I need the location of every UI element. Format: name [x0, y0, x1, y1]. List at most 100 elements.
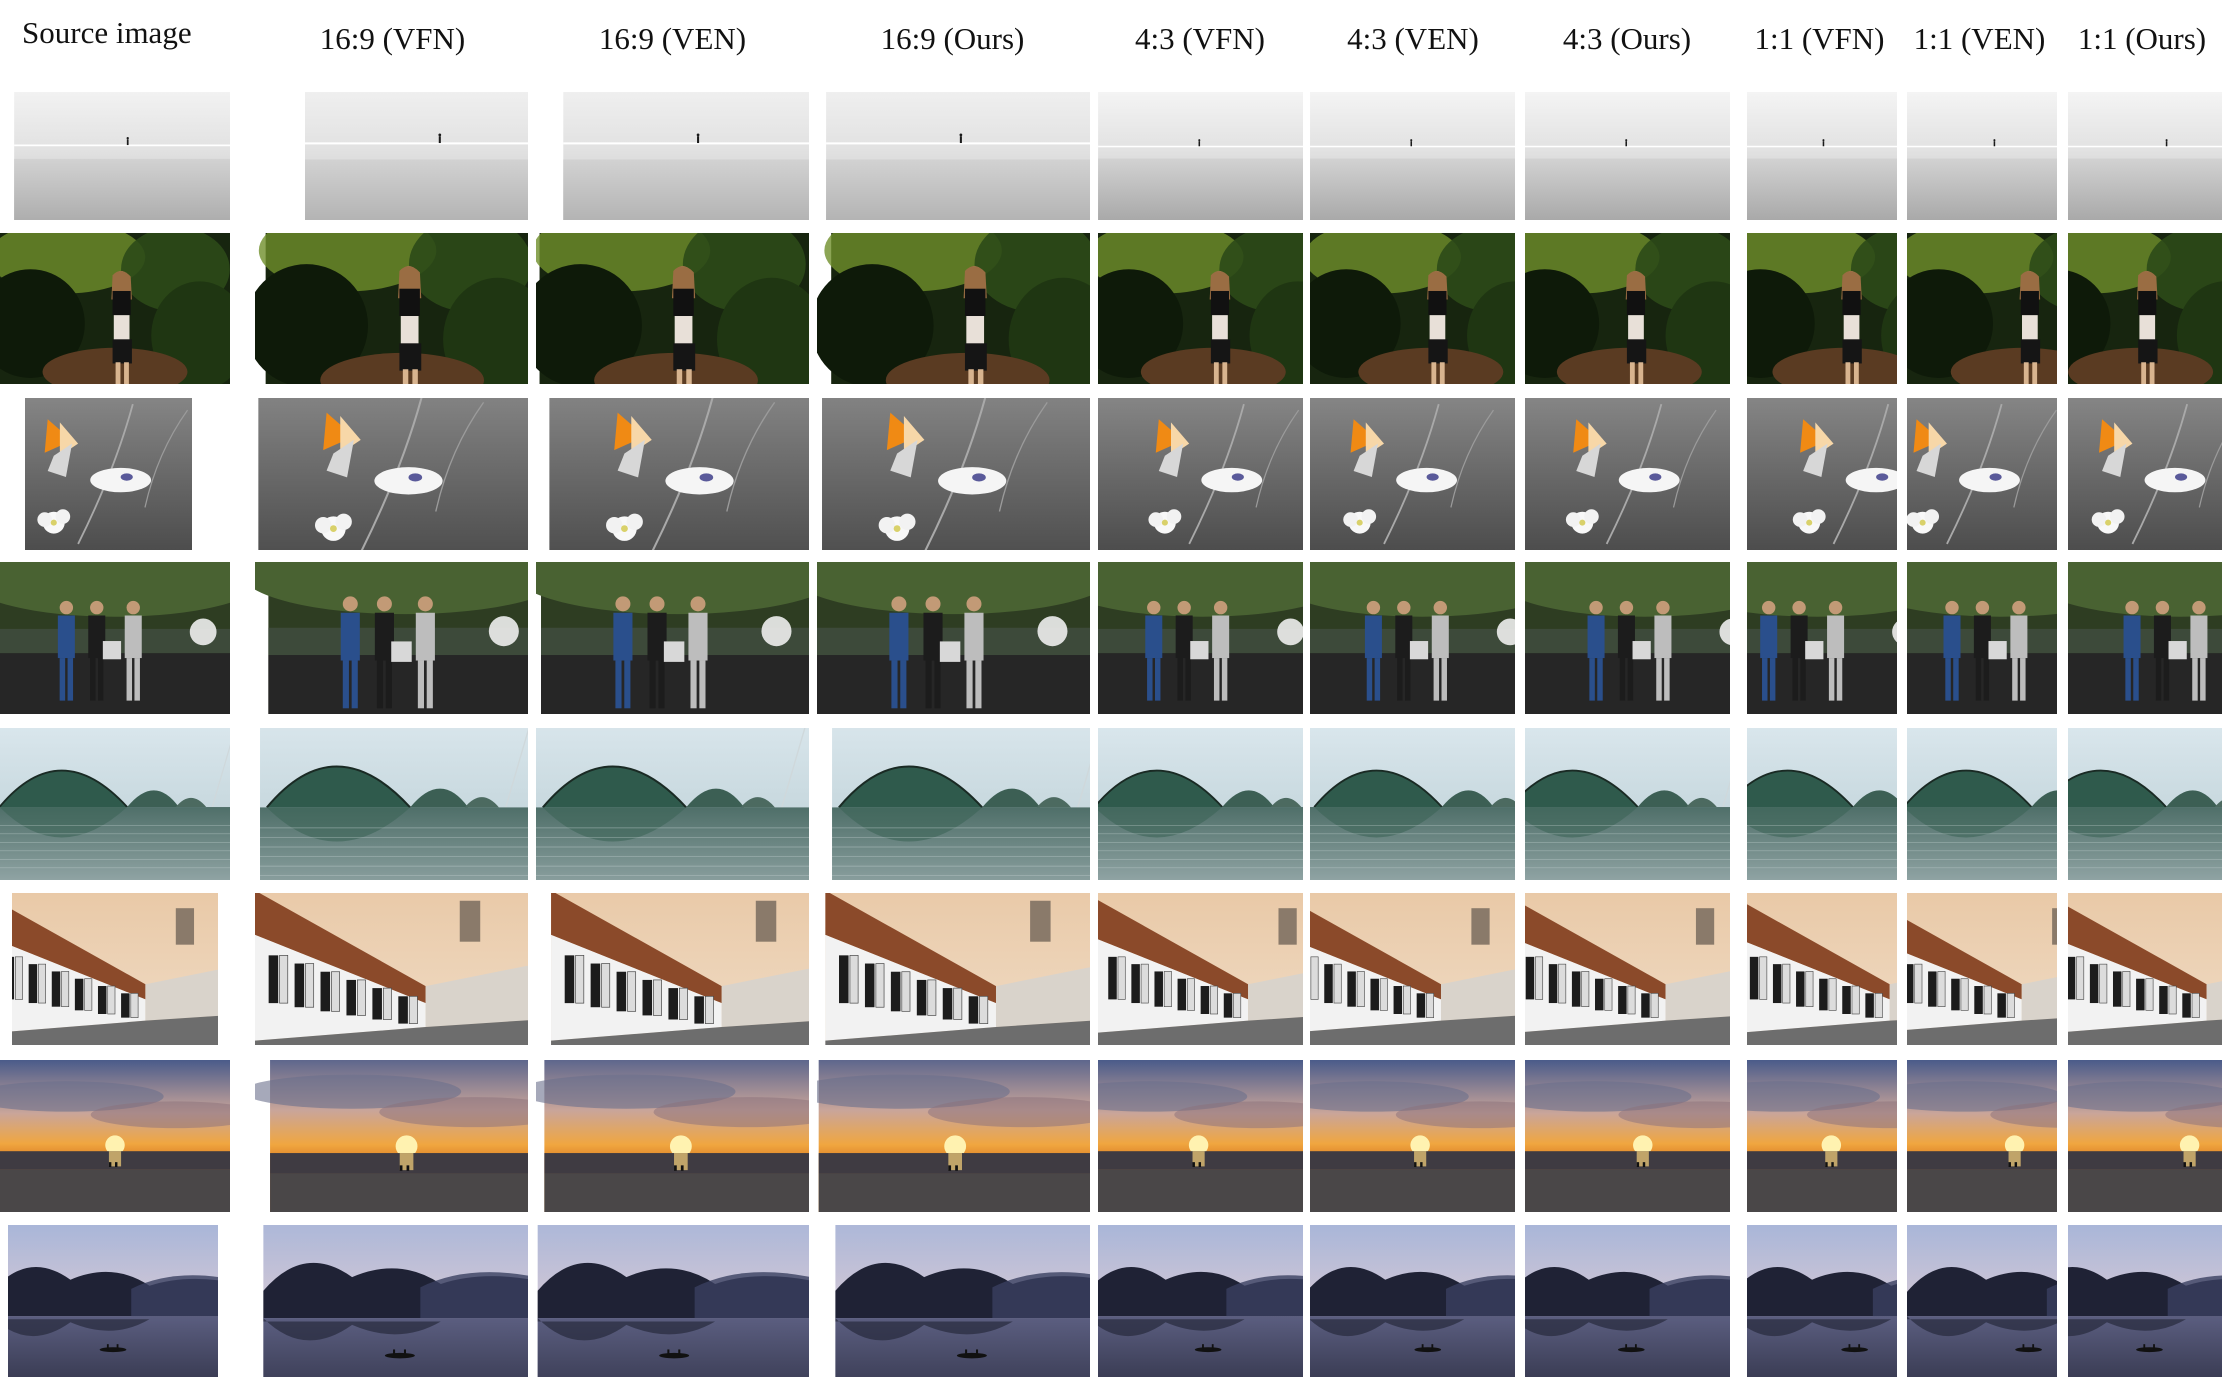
- crop-4-3-ven-r3: [1310, 398, 1515, 550]
- header-1-1-ven: 1:1 (VEN): [1913, 21, 2046, 56]
- crop-16-9-vfn-r2-picture: [255, 233, 528, 384]
- crop-16-9-ours-r6-picture: [825, 893, 1090, 1045]
- crop-4-3-vfn-r8: [1098, 1225, 1303, 1377]
- crop-16-9-ven-r5: [536, 728, 809, 880]
- crop-1-1-ours-r3: [2068, 398, 2222, 550]
- crop-16-9-ours-r8: [817, 1225, 1090, 1377]
- crop-1-1-vfn-r4: [1747, 562, 1897, 714]
- crop-1-1-vfn-r1: [1747, 92, 1897, 220]
- crop-16-9-ven-r7-picture: [536, 1060, 809, 1212]
- crop-16-9-vfn-r1: [255, 92, 528, 220]
- crop-4-3-vfn-r4: [1098, 562, 1303, 714]
- header-4-3-ours: 4:3 (Ours): [1562, 21, 1692, 56]
- crop-1-1-ven-r6: [1907, 893, 2057, 1045]
- crop-4-3-ven-r1: [1310, 92, 1515, 220]
- source-image-r7-picture: [0, 1060, 230, 1212]
- header-16-9-ven: 16:9 (VEN): [598, 21, 747, 56]
- crop-4-3-vfn-r1-picture: [1098, 92, 1303, 220]
- header-1-1-ours: 1:1 (Ours): [2077, 21, 2207, 56]
- crop-1-1-vfn-r8-picture: [1747, 1225, 1897, 1377]
- crop-16-9-ours-r4: [817, 562, 1090, 714]
- crop-4-3-ours-r8-picture: [1525, 1225, 1730, 1377]
- crop-4-3-ven-r5: [1310, 728, 1515, 880]
- source-image-r8-picture: [8, 1225, 218, 1377]
- crop-1-1-ven-r1-picture: [1907, 92, 2057, 220]
- crop-16-9-ven-r5-picture: [536, 728, 809, 880]
- crop-16-9-vfn-r4-picture: [255, 562, 528, 714]
- crop-16-9-ours-r8-picture: [835, 1225, 1090, 1377]
- crop-16-9-ours-r1-picture: [826, 92, 1090, 220]
- crop-4-3-ours-r6: [1525, 893, 1730, 1045]
- crop-4-3-vfn-r7-picture: [1098, 1060, 1303, 1212]
- source-image-r5: [0, 728, 230, 880]
- crop-4-3-ours-r1: [1525, 92, 1730, 220]
- crop-16-9-ven-r8-picture: [537, 1225, 809, 1377]
- crop-comparison-grid: Source image 16:9 (VFN) 16:9 (VEN) 16:9 …: [0, 0, 2226, 1378]
- crop-4-3-ven-r2: [1310, 233, 1515, 384]
- crop-4-3-ven-r8: [1310, 1225, 1515, 1377]
- crop-4-3-ven-r6: [1310, 893, 1515, 1045]
- crop-1-1-ven-r5: [1907, 728, 2057, 880]
- crop-1-1-ours-r4: [2068, 562, 2222, 714]
- crop-16-9-vfn-r3-picture: [258, 398, 528, 550]
- crop-1-1-vfn-r7: [1747, 1060, 1897, 1212]
- crop-1-1-vfn-r6: [1747, 893, 1897, 1045]
- crop-16-9-ven-r8: [536, 1225, 809, 1377]
- crop-1-1-vfn-r2: [1747, 233, 1897, 384]
- crop-1-1-ours-r7: [2068, 1060, 2222, 1212]
- header-source-image: Source image: [22, 15, 192, 50]
- source-image-r6-picture: [12, 893, 218, 1045]
- crop-1-1-ours-r2-picture: [2068, 233, 2222, 384]
- source-image-r8: [8, 1225, 218, 1377]
- crop-4-3-vfn-r2-picture: [1098, 233, 1303, 384]
- crop-16-9-ven-r6-picture: [551, 893, 809, 1045]
- crop-4-3-ven-r8-picture: [1310, 1225, 1515, 1377]
- crop-16-9-ours-r3-picture: [822, 398, 1090, 550]
- crop-16-9-vfn-r8-picture: [263, 1225, 528, 1377]
- crop-16-9-ven-r7: [536, 1060, 809, 1212]
- crop-16-9-ven-r3-picture: [549, 398, 809, 550]
- crop-1-1-ven-r4: [1907, 562, 2057, 714]
- crop-1-1-ven-r8-picture: [1907, 1225, 2057, 1377]
- crop-1-1-ven-r7: [1907, 1060, 2057, 1212]
- source-image-r3-picture: [25, 398, 192, 550]
- source-image-r2-picture: [0, 233, 230, 384]
- crop-4-3-ours-r5-picture: [1525, 728, 1730, 880]
- crop-1-1-ours-r1-picture: [2068, 92, 2222, 220]
- crop-1-1-ours-r2: [2068, 233, 2222, 384]
- header-1-1-vfn: 1:1 (VFN): [1754, 21, 1885, 56]
- crop-4-3-vfn-r1: [1098, 92, 1303, 220]
- crop-16-9-ven-r4-picture: [536, 562, 809, 714]
- crop-16-9-vfn-r6: [255, 893, 528, 1045]
- crop-1-1-vfn-r7-picture: [1747, 1060, 1897, 1212]
- crop-16-9-ven-r1-picture: [563, 92, 809, 220]
- source-image-r1-picture: [14, 92, 230, 220]
- source-image-r7: [0, 1060, 230, 1212]
- crop-1-1-vfn-r5-picture: [1747, 728, 1897, 880]
- crop-1-1-ours-r3-picture: [2068, 398, 2222, 550]
- source-image-r1: [0, 92, 230, 220]
- crop-4-3-vfn-r6: [1098, 893, 1303, 1045]
- crop-16-9-ours-r4-picture: [817, 562, 1090, 714]
- crop-1-1-ven-r3-picture: [1907, 398, 2057, 550]
- crop-1-1-ven-r3: [1907, 398, 2057, 550]
- crop-1-1-ven-r8: [1907, 1225, 2057, 1377]
- crop-4-3-ven-r5-picture: [1310, 728, 1515, 880]
- crop-4-3-vfn-r5: [1098, 728, 1303, 880]
- crop-4-3-ours-r3: [1525, 398, 1730, 550]
- crop-1-1-vfn-r1-picture: [1747, 92, 1897, 220]
- header-4-3-vfn: 4:3 (VFN): [1134, 21, 1266, 56]
- crop-1-1-ours-r8-picture: [2068, 1225, 2222, 1377]
- crop-1-1-ours-r6: [2068, 893, 2222, 1045]
- crop-4-3-ours-r4-picture: [1525, 562, 1730, 714]
- crop-4-3-ven-r4-picture: [1310, 562, 1515, 714]
- crop-1-1-ven-r1: [1907, 92, 2057, 220]
- crop-4-3-ours-r4: [1525, 562, 1730, 714]
- crop-4-3-vfn-r5-picture: [1098, 728, 1303, 880]
- crop-1-1-ours-r5: [2068, 728, 2222, 880]
- source-image-r3: [25, 398, 192, 550]
- header-4-3-ven: 4:3 (VEN): [1347, 21, 1479, 56]
- crop-16-9-vfn-r4: [255, 562, 528, 714]
- crop-4-3-ours-r6-picture: [1525, 893, 1730, 1045]
- crop-16-9-ours-r7: [817, 1060, 1090, 1212]
